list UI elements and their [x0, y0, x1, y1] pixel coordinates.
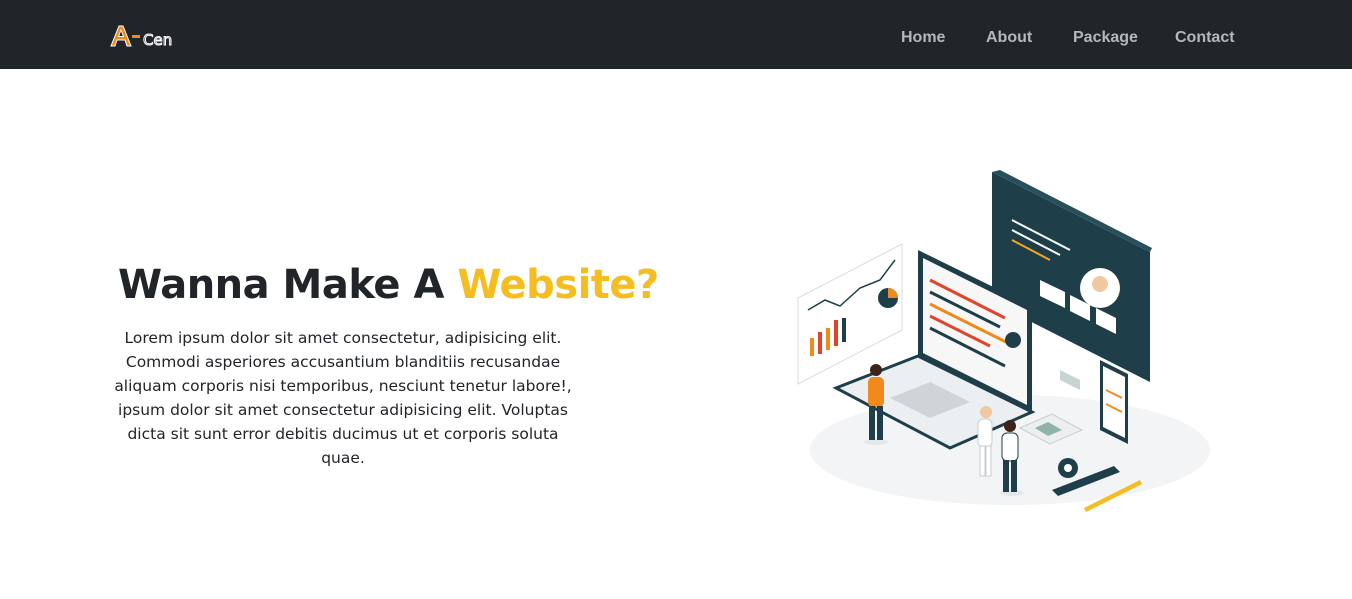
nav-link-home[interactable]: Home	[901, 28, 945, 48]
web-development-illustration	[780, 160, 1230, 530]
hero-title-main: Wanna Make A	[118, 262, 458, 308]
navbar: Cen Home About Package Contact	[0, 0, 1352, 69]
hero-description: Lorem ipsum dolor sit amet consectetur, …	[114, 329, 572, 467]
phone-graphic	[1100, 360, 1128, 444]
nav-link-contact[interactable]: Contact	[1175, 28, 1235, 48]
hero-title: Wanna Make A Website?	[118, 262, 659, 308]
nav-link-about[interactable]: About	[986, 28, 1032, 48]
svg-text:Cen: Cen	[143, 31, 172, 49]
nav-link-package[interactable]: Package	[1073, 28, 1138, 48]
hero-title-accent: Website?	[457, 262, 659, 308]
brand-logo[interactable]: Cen	[109, 22, 189, 50]
chart-panel-graphic	[797, 243, 903, 385]
